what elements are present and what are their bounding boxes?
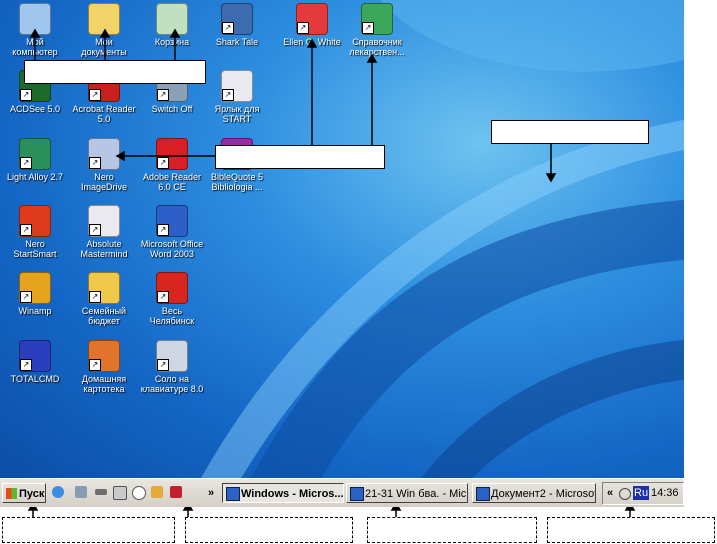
clock-quicklaunch-icon[interactable] bbox=[132, 486, 146, 500]
clock: 14:36 bbox=[651, 487, 679, 499]
tray-app-icon[interactable] bbox=[619, 488, 631, 500]
window-icon bbox=[226, 487, 240, 501]
label-box-tray bbox=[547, 517, 715, 543]
task-label: Windows - Micros... bbox=[241, 488, 344, 500]
start-label: Пуск bbox=[19, 488, 45, 500]
language-indicator[interactable]: Ru bbox=[633, 486, 650, 500]
window-icon bbox=[476, 487, 490, 501]
label-box-tasks bbox=[367, 517, 537, 543]
label-box-start bbox=[2, 517, 175, 543]
quicklaunch-chevron[interactable]: » bbox=[208, 483, 214, 503]
taskbar-task-button[interactable]: Документ2 - Microsof... bbox=[472, 483, 596, 503]
floppy-quicklaunch-icon[interactable] bbox=[170, 486, 182, 498]
ie-quicklaunch-icon[interactable] bbox=[52, 486, 64, 498]
label-box-quicklaunch bbox=[185, 517, 353, 543]
taskbar-task-button[interactable]: Windows - Micros... bbox=[222, 483, 344, 503]
window-icon bbox=[350, 487, 364, 501]
taskbar: Пуск » Windows - Micros... 21-31 Win бва.… bbox=[0, 478, 684, 507]
taskbar-task-button[interactable]: 21-31 Win бва. - Micr... bbox=[346, 483, 468, 503]
task-label: Документ2 - Microsof... bbox=[491, 488, 596, 500]
tray-chevron[interactable]: « bbox=[607, 483, 613, 503]
task-label: 21-31 Win бва. - Micr... bbox=[365, 488, 468, 500]
windows-flag-icon bbox=[6, 488, 17, 499]
callout-arrows bbox=[27, 28, 636, 517]
tool-quicklaunch-icon[interactable] bbox=[75, 486, 87, 498]
winamp-quicklaunch-icon[interactable] bbox=[151, 486, 163, 498]
pen-quicklaunch-icon[interactable] bbox=[95, 489, 107, 495]
calc-quicklaunch-icon[interactable] bbox=[113, 486, 127, 500]
start-button[interactable]: Пуск bbox=[2, 483, 46, 503]
system-tray: « Ru 14:36 bbox=[602, 482, 684, 505]
